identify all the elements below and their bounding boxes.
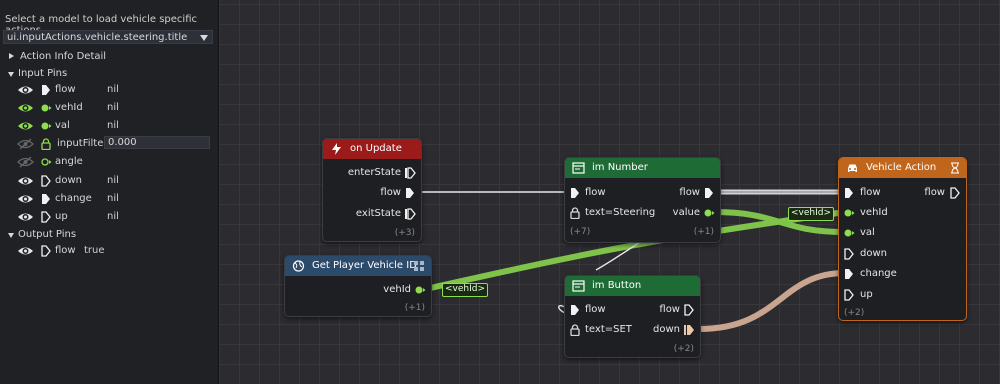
pin-label: vehId [860, 207, 888, 218]
pin-label: flow [659, 304, 680, 315]
node-title: im Number [592, 162, 648, 173]
event-pin-icon[interactable] [404, 208, 416, 220]
event-pin-icon[interactable] [404, 167, 416, 179]
node-header[interactable]: Get Player Vehicle ID [285, 256, 431, 276]
pin-label: vehId [383, 284, 411, 295]
node-header[interactable]: Vehicle Action [839, 158, 966, 178]
grid-icon [414, 261, 424, 271]
node-header[interactable]: im Number [565, 158, 720, 178]
pin-label: flow [679, 187, 700, 198]
pin-label: down [653, 324, 680, 335]
flow-pin-icon[interactable] [569, 187, 581, 199]
pin-label: change [860, 268, 897, 279]
data-pin-icon[interactable] [703, 207, 715, 219]
flow-pin-icon[interactable] [703, 187, 715, 199]
node-title: on Update [350, 143, 402, 154]
pin-label: flow [380, 187, 401, 198]
lightning-icon [332, 143, 341, 155]
pin-label: enterState [347, 167, 401, 178]
pin-label: exitState [355, 208, 401, 219]
pin-label: up [860, 289, 873, 300]
flow-pin-icon[interactable] [404, 187, 416, 199]
pin-label: flow [585, 187, 606, 198]
node-im-number[interactable]: im Number flow flow text=Steering value … [564, 157, 721, 243]
flow-pin-icon[interactable] [569, 304, 581, 316]
node-title: Get Player Vehicle ID [312, 260, 417, 271]
wire-label-badge: <vehId> [788, 207, 835, 221]
hidden-pin-count[interactable]: (+2) [674, 344, 694, 354]
flow-pin-hollow-icon[interactable] [949, 187, 961, 199]
lock-icon [570, 324, 580, 336]
data-pin-icon[interactable] [843, 227, 855, 239]
node-vehicle-action[interactable]: Vehicle Action flow flow vehId val down … [838, 157, 967, 321]
node-header[interactable]: on Update [323, 139, 421, 159]
pin-label: flow [924, 187, 945, 198]
car-icon [848, 164, 857, 172]
lock-icon [570, 207, 580, 219]
hidden-pin-count[interactable]: (+1) [405, 303, 425, 313]
pin-label: value [672, 207, 700, 218]
pin-label: val [860, 227, 875, 238]
node-header[interactable]: im Button [565, 276, 700, 296]
data-pin-icon[interactable] [843, 207, 855, 219]
node-im-button[interactable]: im Button flow flow text=SET down (+2) [564, 275, 701, 358]
node-on-update[interactable]: on Update enterState flow exitState (+3) [322, 138, 422, 242]
pin-label: down [860, 248, 887, 259]
globe-icon [292, 260, 305, 272]
flow-pin-icon[interactable] [843, 187, 855, 199]
event-pin-icon[interactable] [683, 324, 695, 336]
node-get-player-vehicle-id[interactable]: Get Player Vehicle ID vehId (+1) [284, 255, 432, 317]
hidden-pin-count[interactable]: (+1) [694, 227, 714, 237]
hardcoded-value-label: text=Steering [585, 207, 656, 218]
wire-down-change [698, 270, 846, 332]
data-pin-icon[interactable] [414, 284, 426, 296]
flow-pin-hollow-icon[interactable] [843, 289, 855, 301]
hardcoded-value-label: text=SET [585, 324, 632, 335]
hidden-pin-count[interactable]: (+7) [570, 227, 590, 237]
wire-label-badge: <vehId> [442, 283, 489, 297]
pin-label: flow [585, 304, 606, 315]
hidden-pin-count[interactable]: (+2) [844, 308, 864, 318]
window-icon [572, 280, 585, 292]
pin-label: flow [860, 187, 881, 198]
flow-pin-hollow-icon[interactable] [843, 248, 855, 260]
hourglass-icon [951, 162, 959, 174]
flow-pin-hollow-icon[interactable] [683, 304, 695, 316]
window-icon [572, 162, 585, 174]
node-title: im Button [592, 280, 642, 291]
node-title: Vehicle Action [866, 162, 937, 173]
hidden-pin-count[interactable]: (+3) [395, 228, 415, 238]
flow-pin-icon[interactable] [843, 268, 855, 280]
